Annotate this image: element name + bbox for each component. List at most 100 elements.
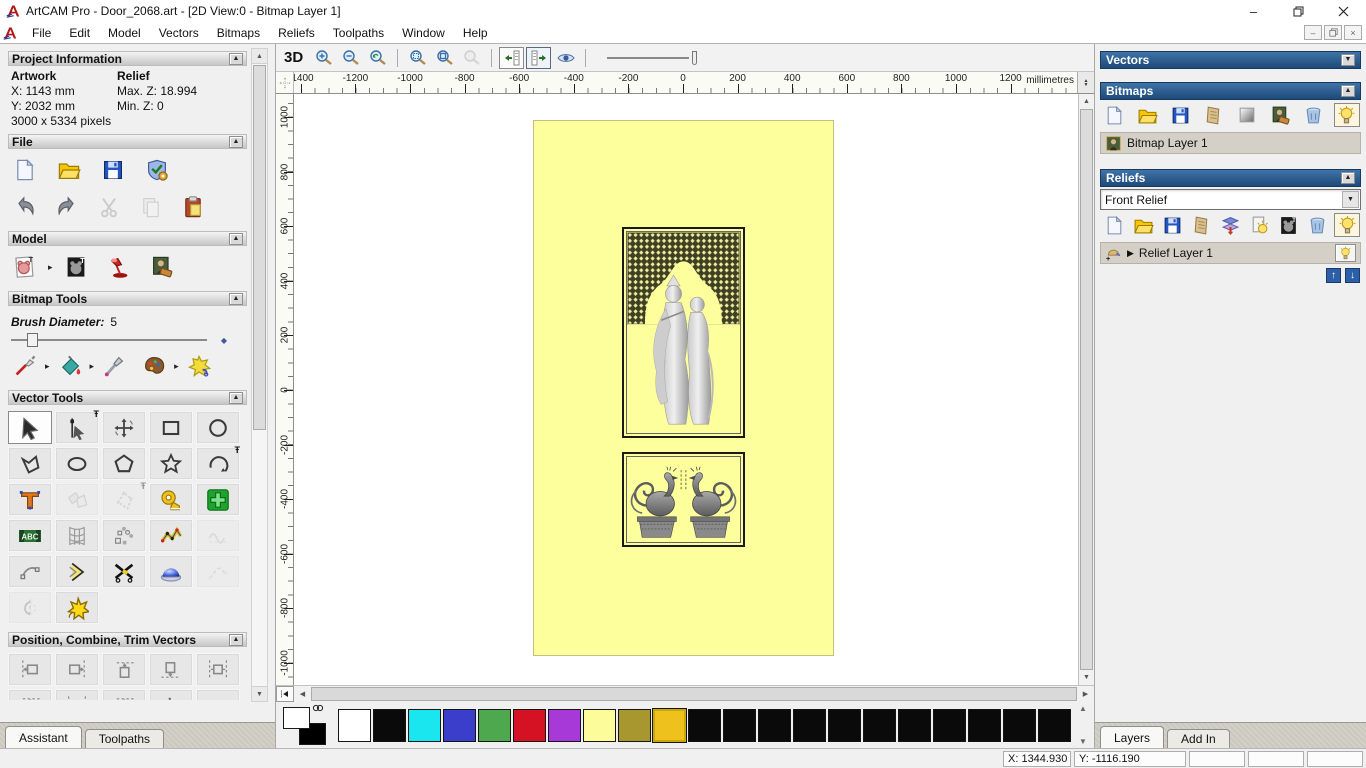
scrollbar-thumb[interactable] [253, 65, 266, 431]
align-bottom-icon[interactable] [149, 653, 193, 686]
align-top-icon[interactable] [102, 653, 146, 686]
new-model-icon[interactable] [10, 156, 40, 184]
model-artwork-sheet[interactable] [533, 120, 834, 656]
pick-colour-icon[interactable] [99, 352, 129, 380]
palette-swatch[interactable] [793, 708, 826, 742]
move-layer-down-button[interactable]: ↓ [1345, 268, 1360, 283]
zoom-previous-icon[interactable] [365, 47, 390, 69]
move-layer-up-button[interactable]: ↑ [1326, 268, 1341, 283]
scroll-down-icon[interactable]: ▼ [1079, 737, 1087, 746]
open-bitmap-layer-icon[interactable] [1134, 103, 1160, 127]
menu-item-reliefs[interactable]: Reliefs [269, 24, 324, 42]
scroll-up-icon[interactable]: ▲ [1079, 94, 1094, 109]
relief-lighting-icon[interactable] [1247, 213, 1273, 237]
palette-swatch[interactable] [443, 708, 476, 742]
set-model-size-icon[interactable]: T [10, 253, 40, 281]
interactive-distortion-icon[interactable] [149, 555, 193, 588]
tab-layers[interactable]: Layers [1100, 726, 1165, 748]
expand-section-button[interactable]: ▼ [1341, 54, 1355, 66]
undo-icon[interactable] [10, 193, 40, 221]
block-copy-rotate-icon[interactable] [102, 689, 146, 700]
scroll-right-icon[interactable]: ▶ [1077, 686, 1094, 702]
colour-palette-icon[interactable] [139, 352, 169, 380]
palette-scrollbar[interactable]: ▲ ▼ [1075, 704, 1091, 746]
nesting-icon[interactable]: Nes [196, 689, 240, 700]
palette-swatch[interactable] [758, 708, 791, 742]
menu-item-vectors[interactable]: Vectors [150, 24, 208, 42]
palette-swatch[interactable] [618, 708, 651, 742]
palette-swatch[interactable] [548, 708, 581, 742]
relief-selector-dropdown[interactable]: Front Relief ▼ [1100, 189, 1361, 210]
toggle-bitmap-visibility-icon[interactable] [1333, 103, 1360, 127]
envelope-distortion-icon[interactable] [55, 519, 99, 552]
centre-vertically-icon[interactable] [8, 689, 52, 700]
zoom-box-icon[interactable] [405, 47, 430, 69]
paint-icon[interactable] [10, 352, 40, 380]
pan-mode-button[interactable] [276, 686, 294, 702]
ruler-units-button[interactable]: ▲ ▼ [1077, 72, 1094, 93]
palette-swatch[interactable] [338, 708, 371, 742]
dropdown-arrow-icon[interactable]: ▼ [1342, 191, 1359, 208]
primary-secondary-colour-selector[interactable] [282, 704, 332, 746]
palette-swatch[interactable] [408, 708, 441, 742]
save-bitmap-layer-icon[interactable] [1168, 103, 1194, 127]
mdi-close-button[interactable]: × [1344, 25, 1362, 40]
create-polyline-icon[interactable] [8, 447, 52, 480]
align-right-icon[interactable] [55, 653, 99, 686]
palette-swatch[interactable] [828, 708, 861, 742]
palette-swatch[interactable] [478, 708, 511, 742]
merge-relief-layers-icon[interactable] [1188, 213, 1214, 237]
collapse-section-button[interactable]: ▲ [229, 633, 243, 646]
palette-swatch[interactable] [1038, 708, 1071, 742]
vector-doctor-icon[interactable] [55, 591, 99, 624]
open-relief-layer-icon[interactable] [1130, 213, 1156, 237]
scroll-up-icon[interactable]: ▲ [1079, 704, 1087, 713]
add-relief-texture-icon[interactable] [147, 253, 177, 281]
minimize-button[interactable]: – [1231, 0, 1276, 22]
block-paste-icon[interactable] [102, 519, 146, 552]
assistant-scrollbar[interactable]: ▲ ▼ [251, 48, 268, 702]
fit-arcs-icon[interactable] [149, 519, 193, 552]
delete-relief-layer-icon[interactable] [1305, 213, 1331, 237]
palette-swatch[interactable] [968, 708, 1001, 742]
toggle-3d-view-button[interactable]: 3D [284, 49, 309, 66]
peacocks-relief-frame[interactable] [622, 452, 745, 547]
centre-horizontally-icon[interactable] [196, 653, 240, 686]
tab-toolpaths[interactable]: Toolpaths [84, 729, 165, 748]
canvas-vertical-scrollbar[interactable]: ▲ ▼ [1078, 94, 1094, 685]
scroll-down-icon[interactable]: ▼ [1079, 670, 1094, 685]
contrast-slider[interactable] [607, 49, 699, 67]
create-text-icon[interactable] [8, 483, 52, 516]
collapse-section-button[interactable]: ▲ [229, 292, 243, 305]
slider-handle[interactable] [692, 50, 698, 65]
flyout-arrow-icon[interactable]: ▸ [48, 262, 53, 273]
transfer-relief-layer-icon[interactable] [1218, 213, 1244, 237]
redo-icon[interactable] [52, 193, 82, 221]
create-arc-icon[interactable]: Ŧ [196, 445, 240, 480]
toggle-relief-visibility-icon[interactable] [1334, 213, 1360, 237]
relief-layer-row[interactable]: + ▶ Relief Layer 1 [1100, 242, 1361, 264]
delete-bitmap-layer-icon[interactable] [1301, 103, 1327, 127]
restore-button[interactable] [1276, 0, 1321, 22]
collapse-section-button[interactable]: ▲ [229, 135, 243, 148]
collapse-section-button[interactable]: ▲ [1341, 85, 1355, 97]
radha-krishna-relief-frame[interactable] [622, 227, 745, 438]
flyout-arrow-icon[interactable]: ▸ [174, 361, 179, 372]
transform-vectors-icon[interactable] [102, 411, 146, 444]
zoom-in-icon[interactable] [311, 47, 336, 69]
close-button[interactable] [1321, 0, 1366, 22]
collapse-section-button[interactable]: ▲ [229, 232, 243, 245]
menu-item-window[interactable]: Window [393, 24, 454, 42]
scrollbar-thumb[interactable] [1080, 109, 1093, 670]
menu-item-bitmaps[interactable]: Bitmaps [208, 24, 269, 42]
link-colours-icon[interactable] [312, 704, 324, 715]
fit-curve-icon[interactable] [8, 555, 52, 588]
paste-special-icon[interactable] [196, 483, 240, 516]
menu-item-model[interactable]: Model [99, 24, 150, 42]
canvas-horizontal-scrollbar[interactable]: ◀ ▶ [276, 685, 1094, 702]
tab-add-in[interactable]: Add In [1167, 729, 1230, 748]
relief-layer-visibility-button[interactable] [1335, 244, 1356, 262]
flyout-arrow-icon[interactable]: ▸ [45, 361, 50, 372]
align-centres-icon[interactable] [55, 689, 99, 700]
merge-bitmap-layers-icon[interactable] [1201, 103, 1227, 127]
